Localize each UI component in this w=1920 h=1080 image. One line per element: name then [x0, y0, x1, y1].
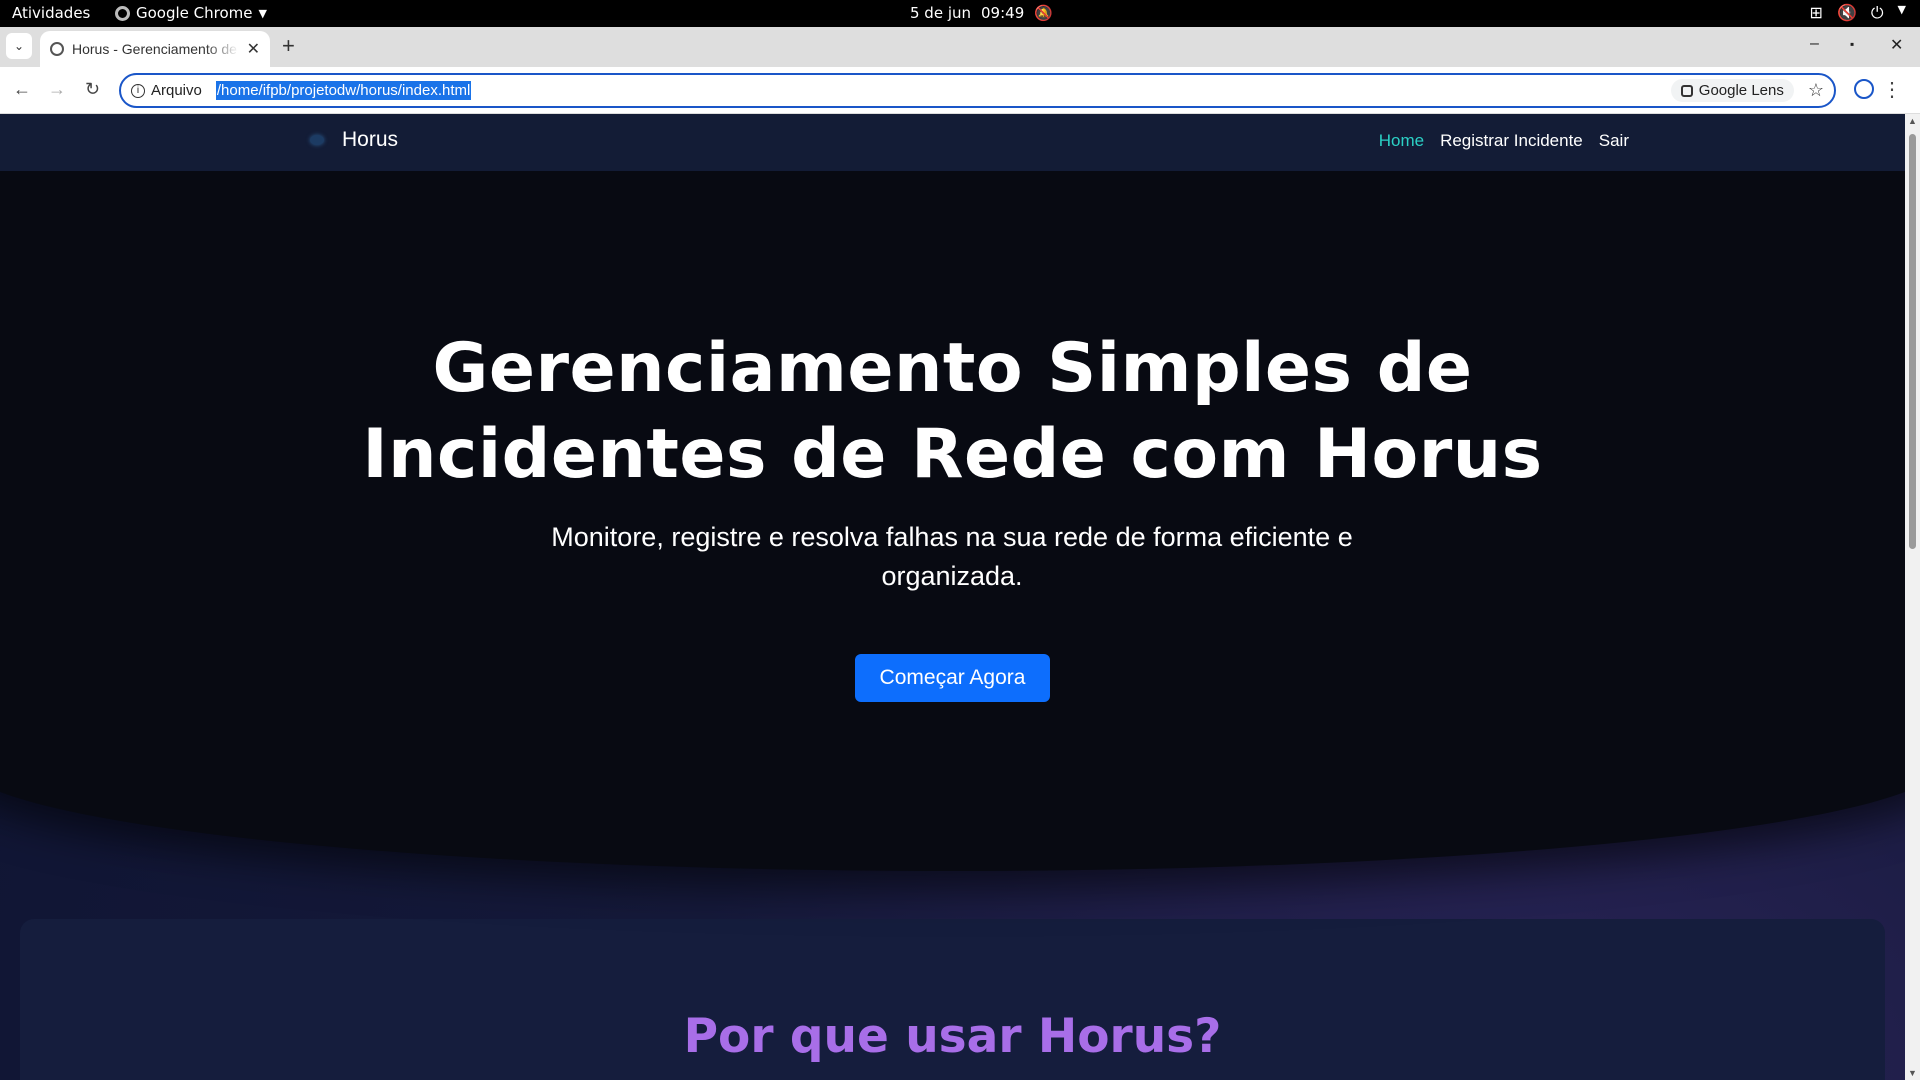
clock-time: 09:49	[981, 4, 1025, 22]
tab-title: Horus - Gerenciamento de Incidentes	[72, 41, 239, 57]
close-icon[interactable]: ✕	[247, 39, 260, 59]
power-icon: ⏻	[1870, 3, 1884, 22]
system-top-bar: Atividades Google Chrome ▼ 5 de jun 09:4…	[0, 0, 1920, 27]
page-scrollbar[interactable]: ▲ ▼	[1905, 114, 1920, 1080]
hero-title-line-2: Incidentes de Rede com Horus	[362, 415, 1543, 494]
scrollbar-thumb[interactable]	[1909, 134, 1916, 549]
nav-register-incident-link[interactable]: Registrar Incidente	[1440, 131, 1583, 151]
profile-icon[interactable]	[1854, 79, 1874, 99]
features-section: Por que usar Horus?	[20, 919, 1885, 1080]
volume-muted-icon: 🔇	[1836, 3, 1857, 22]
hero-section: Gerenciamento Simples de Incidentes de R…	[0, 171, 1905, 871]
bookmark-star-icon[interactable]: ☆	[1808, 80, 1824, 101]
brand-name: Horus	[342, 128, 399, 151]
info-icon[interactable]: i	[131, 83, 145, 98]
maximize-button[interactable]: ▪	[1850, 37, 1854, 51]
browser-toolbar: ← → ↻ i Arquivo /home/ifpb/projetodw/hor…	[0, 67, 1920, 114]
new-tab-button[interactable]: +	[282, 33, 295, 59]
scroll-up-icon[interactable]: ▲	[1908, 116, 1917, 126]
network-icon: ⊞	[1809, 3, 1823, 22]
hero-subtitle: Monitore, registre e resolva falhas na s…	[551, 522, 1353, 591]
tray-caret-icon: ▼	[1897, 3, 1906, 16]
back-button[interactable]: ←	[13, 79, 31, 100]
tab-search-button[interactable]: ⌄	[6, 33, 32, 59]
reload-button[interactable]: ↻	[85, 79, 100, 100]
lens-icon	[1680, 84, 1693, 97]
browser-tab[interactable]: Horus - Gerenciamento de Incidentes ✕	[40, 31, 270, 67]
clock[interactable]: 5 de jun 09:49 🔕	[910, 4, 1053, 22]
nav-home-link[interactable]: Home	[1379, 131, 1424, 151]
clock-date: 5 de jun	[910, 4, 972, 22]
nav-logout-link[interactable]: Sair	[1599, 131, 1629, 151]
app-menu[interactable]: Google Chrome ▼	[115, 4, 267, 22]
page-viewport: Horus Home Registrar Incidente Sair Gere…	[0, 114, 1905, 1080]
chrome-icon	[115, 5, 130, 21]
lens-label: Google Lens	[1698, 82, 1784, 99]
app-name: Google Chrome	[136, 4, 253, 22]
horus-logo-icon	[310, 135, 324, 145]
scroll-down-icon[interactable]: ▼	[1908, 1068, 1917, 1078]
chevron-down-icon: ⌄	[13, 39, 25, 53]
url-text[interactable]: /home/ifpb/projetodw/horus/index.html	[215, 81, 472, 100]
site-navbar: Horus Home Registrar Incidente Sair	[0, 114, 1905, 171]
window-close-button[interactable]: ✕	[1890, 35, 1903, 55]
address-scheme: Arquivo	[151, 82, 202, 99]
caret-down-icon: ▼	[258, 6, 267, 20]
forward-button[interactable]: →	[48, 79, 66, 100]
minimize-button[interactable]: –	[1810, 35, 1819, 53]
features-heading: Por que usar Horus?	[683, 1009, 1222, 1064]
activities-button[interactable]: Atividades	[12, 4, 90, 22]
brand[interactable]: Horus	[310, 128, 398, 152]
nav-links: Home Registrar Incidente Sair	[1379, 131, 1629, 151]
notifications-off-icon: 🔕	[1034, 4, 1053, 22]
hero-title-line-1: Gerenciamento Simples de	[432, 329, 1473, 408]
get-started-button[interactable]: Começar Agora	[855, 654, 1050, 702]
globe-icon	[50, 42, 64, 56]
system-tray[interactable]: ⊞ 🔇 ⏻ ▼	[1810, 3, 1906, 23]
kebab-menu-icon[interactable]: ⋮	[1882, 77, 1902, 102]
tab-strip: ⌄ Horus - Gerenciamento de Incidentes ✕ …	[0, 27, 1920, 67]
address-bar[interactable]: i Arquivo /home/ifpb/projetodw/horus/ind…	[119, 73, 1836, 108]
google-lens-button[interactable]: Google Lens	[1670, 79, 1794, 102]
hero-title: Gerenciamento Simples de Incidentes de R…	[0, 326, 1905, 498]
